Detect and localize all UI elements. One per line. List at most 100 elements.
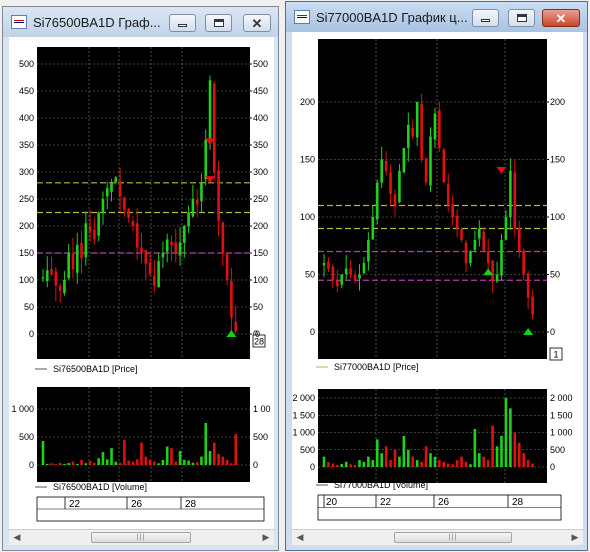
candle-body [144,250,148,264]
close-button[interactable]: ✕ [542,9,580,27]
candle-body [500,240,503,276]
candle-body [195,199,199,205]
volume-bar [101,452,105,465]
volume-bar [123,439,126,465]
volume-bar [522,453,525,467]
candle-body [340,274,344,285]
price-axis-label-right: 400 [253,113,268,123]
volume-axis-label: 2 000 [292,393,315,403]
candle-body [110,182,113,192]
volume-pane [37,387,250,482]
window-title: Si77000BA1D График ц... [316,10,468,25]
volume-axis-label-right: 0 [550,462,555,472]
candle-body [54,271,58,286]
scroll-left-icon[interactable]: ◀ [9,530,25,545]
candle-body [336,280,339,286]
volume-bar [482,456,486,467]
volume-legend: Si76500BA1D [Volume] [53,482,147,492]
candle-body [482,231,486,252]
scroll-thumb[interactable]: ||| [394,532,512,543]
chart-canvas[interactable]: 0 050 50100 100150 150200 2001Si77000BA1D [Pr… [292,32,583,545]
candle-body [165,239,169,252]
horizontal-scrollbar[interactable]: ◀ ||| ▶ [9,529,274,545]
date-label: 28 [185,499,197,510]
volume-bar [50,463,53,465]
minimize-button[interactable] [169,14,196,32]
close-button[interactable]: ✕ [243,14,271,32]
horizontal-scrollbar[interactable]: ◀ ||| ▶ [292,529,583,545]
volume-axis-label: 500 [19,432,34,442]
candle-body [153,275,156,286]
volume-bar [380,453,383,467]
volume-bar [327,461,330,467]
minimize-button[interactable] [472,9,499,27]
candle-body [58,286,62,291]
title-bar[interactable]: Si76500BA1D Граф... ✕ [3,7,278,37]
candle-body [41,277,45,279]
volume-bar [157,463,160,465]
chart-window-1[interactable]: Si76500BA1D Граф... ✕ 0 0 50 50 100 100 150 150… [2,6,279,551]
minimize-icon [481,19,490,22]
price-axis-label: 350 [19,140,34,150]
volume-bar [230,463,233,465]
scroll-right-icon[interactable]: ▶ [258,530,274,545]
maximize-button[interactable] [205,14,232,32]
date-label: 28 [512,497,524,508]
candle-body [174,242,178,253]
price-axis-label-right: 50 [253,302,263,312]
volume-bar [513,432,517,467]
volume-bar [451,464,454,467]
volume-bar [217,453,220,465]
chart-client-area: 0 0 50 50 100 100 150 150 200 200 250 250 300 300 350 3… [9,37,274,545]
scroll-left-icon[interactable]: ◀ [292,530,308,545]
candle-body [127,209,130,218]
candle-body [225,254,229,280]
candle-body [375,182,379,220]
candle-body [438,110,441,148]
candle-body [67,253,70,279]
chart-window-2[interactable]: Si77000BA1D График ц... ✕ 0 0 50 50 100 100 15… [285,1,588,551]
candle-body [131,221,135,226]
volume-bar [178,451,182,465]
volume-bar [486,460,490,467]
volume-bar [88,461,92,465]
price-marker-label: 0 [255,329,260,339]
candle-body [415,102,419,138]
volume-axis-label: 0 [29,460,34,470]
volume-axis-label-right: 0 [253,460,258,470]
volume-bar [384,446,388,467]
candle-body [491,260,494,281]
volume-bar [204,423,208,465]
maximize-button[interactable] [508,9,535,27]
volume-bar [183,459,186,465]
volume-bar [41,440,45,465]
volume-axis-label-right: 1 00 [253,404,271,414]
candle-body [178,242,182,256]
price-axis-label: 50 [24,302,34,312]
chart-canvas[interactable]: 0 0 50 50 100 100 150 150 200 200 250 250 300 300 350 3… [9,37,274,545]
scroll-right-icon[interactable]: ▶ [567,530,583,545]
volume-bar [438,460,441,467]
price-legend: Si76500BA1D [Price] [53,364,138,374]
close-icon: ✕ [251,15,263,31]
candle-body [327,261,330,269]
candle-body [170,241,173,245]
volume-bar [58,462,62,465]
volume-bar [367,456,370,467]
volume-bar [411,456,415,467]
price-axis-label-right: 150 [550,155,565,165]
candle-body [200,182,203,202]
candle-body [221,222,225,253]
title-bar[interactable]: Si77000BA1D График ц... ✕ [286,2,587,32]
scroll-thumb[interactable]: ||| [91,532,191,543]
volume-bar [393,449,397,467]
price-axis-label-right: 50 [550,270,560,280]
candle-body [353,275,357,281]
maximize-icon [516,14,527,22]
price-axis-label: 0 [29,329,34,339]
volume-bar [353,464,357,467]
price-axis-label-right: 500 [253,59,268,69]
candle-body [384,161,388,171]
candle-body [429,136,432,186]
candle-body [101,199,105,214]
